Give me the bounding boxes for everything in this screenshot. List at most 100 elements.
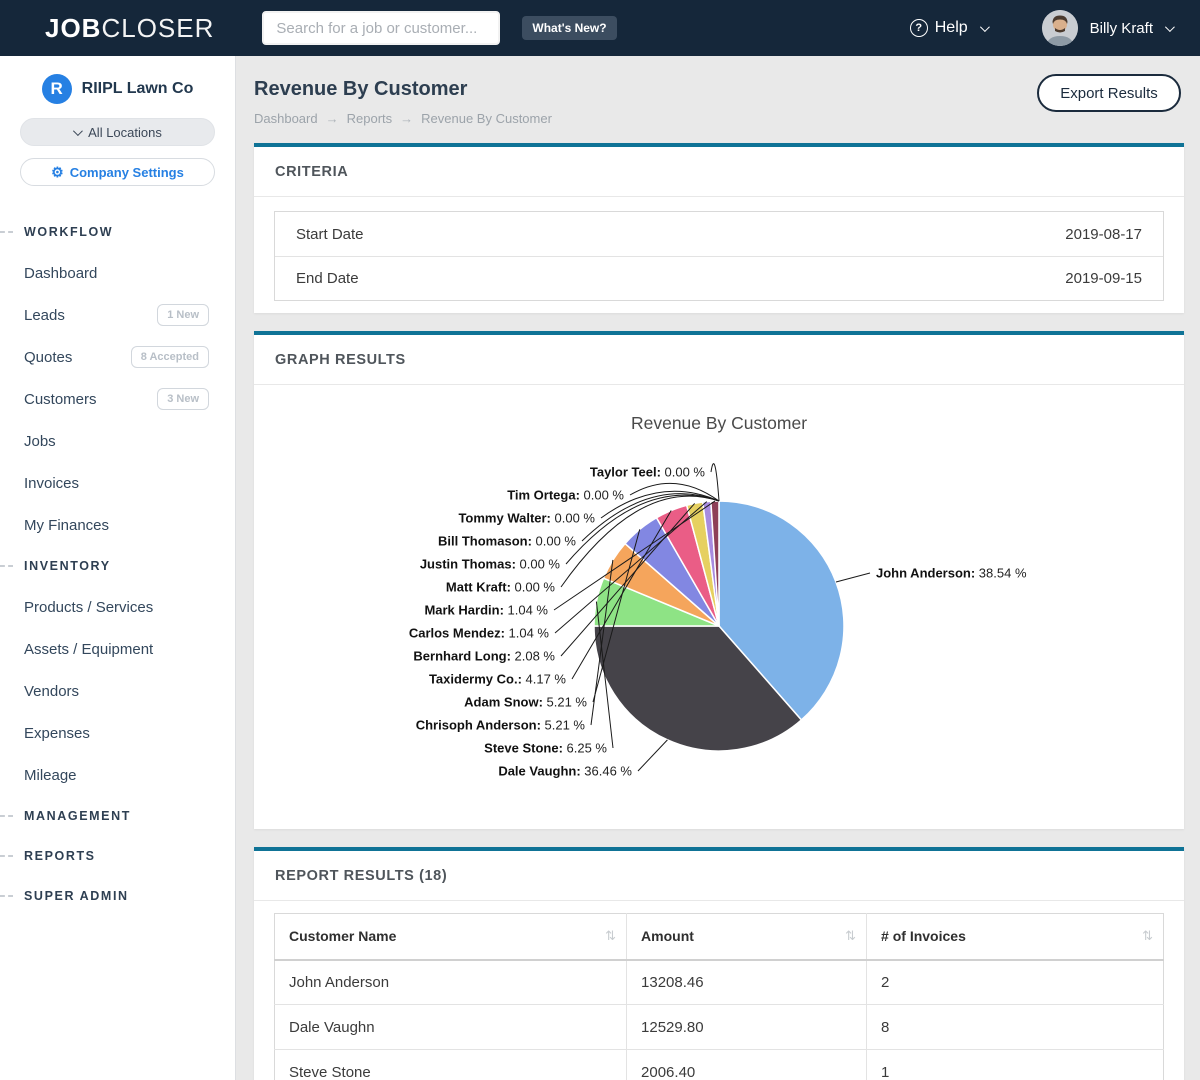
table-cell: 13208.46 bbox=[627, 960, 867, 1005]
pie-label-john-anderson: John Anderson: 38.54 % bbox=[876, 566, 1027, 581]
criteria-panel: CRITERIA Start Date2019-08-17End Date201… bbox=[254, 143, 1184, 313]
sidebar-item-jobs[interactable]: Jobs bbox=[0, 420, 235, 462]
dash-icon bbox=[0, 231, 13, 233]
sidebar-item-label: Leads bbox=[24, 307, 65, 324]
pie-label-justin-thomas: Justin Thomas: 0.00 % bbox=[420, 557, 560, 572]
sort-icon[interactable]: ⇅ bbox=[605, 928, 616, 944]
pie-label-matt-kraft: Matt Kraft: 0.00 % bbox=[446, 580, 555, 595]
sidebar-section-reports[interactable]: REPORTS bbox=[0, 836, 235, 876]
export-results-button[interactable]: Export Results bbox=[1037, 74, 1181, 112]
report-column-amount[interactable]: Amount ⇅ bbox=[627, 914, 867, 960]
sort-icon[interactable]: ⇅ bbox=[1142, 928, 1153, 944]
sidebar-item-invoices[interactable]: Invoices bbox=[0, 462, 235, 504]
pie-label-name: Taylor Teel: bbox=[590, 465, 661, 480]
pie-label-taylor-teel: Taylor Teel: 0.00 % bbox=[590, 465, 705, 480]
report-table-header-row: Customer Name ⇅ Amount ⇅ # of Invoices ⇅ bbox=[275, 914, 1164, 960]
leader-line bbox=[630, 483, 719, 501]
company-settings-label: Company Settings bbox=[70, 165, 184, 180]
sidebar-item-quotes[interactable]: Quotes8 Accepted bbox=[0, 336, 235, 378]
criteria-table: Start Date 2019-08-17 End Date2019-09-15 bbox=[274, 211, 1164, 301]
sidebar-section-label: INVENTORY bbox=[24, 559, 111, 573]
avatar-image bbox=[1042, 10, 1078, 46]
criteria-row-end-date: End Date2019-09-15 bbox=[275, 256, 1163, 300]
pie-label-name: Steve Stone: bbox=[484, 741, 563, 756]
table-row[interactable]: John Anderson13208.462 bbox=[275, 960, 1164, 1005]
sort-icon[interactable]: ⇅ bbox=[845, 928, 856, 944]
table-row[interactable]: Steve Stone2006.401 bbox=[275, 1050, 1164, 1080]
breadcrumb-arrow-icon: → bbox=[400, 111, 413, 126]
pie-label-name: Tommy Walter: bbox=[458, 511, 550, 526]
company-row: R RIIPL Lawn Co bbox=[0, 74, 235, 104]
sidebar-section-management[interactable]: MANAGEMENT bbox=[0, 796, 235, 836]
report-column-label: Customer Name bbox=[289, 928, 396, 944]
sidebar-item-assets-equipment[interactable]: Assets / Equipment bbox=[0, 628, 235, 670]
graph-panel-header: GRAPH RESULTS bbox=[254, 335, 1184, 385]
pie-label-adam-snow: Adam Snow: 5.21 % bbox=[464, 695, 587, 710]
pie-label-name: Carlos Mendez: bbox=[409, 626, 505, 641]
breadcrumb-item-revenue-by-customer[interactable]: Revenue By Customer bbox=[421, 111, 552, 126]
pie-label-carlos-mendez: Carlos Mendez: 1.04 % bbox=[409, 626, 549, 641]
logo-light-part: CLOSER bbox=[101, 13, 214, 43]
pie-label-name: John Anderson: bbox=[876, 566, 975, 581]
criteria-body: Start Date 2019-08-17 End Date2019-09-15 bbox=[254, 197, 1184, 315]
sidebar-section-super-admin[interactable]: SUPER ADMIN bbox=[0, 876, 235, 916]
chevron-down-icon bbox=[73, 126, 83, 136]
leader-line bbox=[711, 464, 719, 501]
sidebar-section-workflow[interactable]: WORKFLOW bbox=[0, 212, 235, 252]
sidebar-item-label: My Finances bbox=[24, 517, 109, 534]
breadcrumb: Dashboard → Reports → Revenue By Customer bbox=[254, 111, 1183, 126]
sidebar-badge: 3 New bbox=[157, 388, 209, 410]
report-column-label: # of Invoices bbox=[881, 928, 966, 944]
sidebar-item-label: Mileage bbox=[24, 767, 77, 784]
help-menu[interactable]: ? Help bbox=[910, 19, 987, 37]
sidebar-item-dashboard[interactable]: Dashboard bbox=[0, 252, 235, 294]
breadcrumb-arrow-icon: → bbox=[326, 111, 339, 126]
criteria-value[interactable]: 2019-08-17 bbox=[1065, 226, 1142, 243]
navbar-right: ? Help Billy Kraft bbox=[910, 10, 1172, 46]
pie-label-bill-thomason: Bill Thomason: 0.00 % bbox=[438, 534, 576, 549]
breadcrumb-item-reports[interactable]: Reports bbox=[347, 111, 393, 126]
pie-label-tommy-walter: Tommy Walter: 0.00 % bbox=[458, 511, 595, 526]
table-cell: 2006.40 bbox=[627, 1050, 867, 1080]
sidebar-item-my-finances[interactable]: My Finances bbox=[0, 504, 235, 546]
sidebar-section-inventory[interactable]: INVENTORY bbox=[0, 546, 235, 586]
sidebar-item-label: Invoices bbox=[24, 475, 79, 492]
report-column-of-invoices[interactable]: # of Invoices ⇅ bbox=[867, 914, 1164, 960]
criteria-value[interactable]: 2019-09-15 bbox=[1065, 270, 1142, 287]
global-search-input[interactable] bbox=[262, 11, 500, 45]
user-avatar[interactable] bbox=[1042, 10, 1078, 46]
sidebar-item-expenses[interactable]: Expenses bbox=[0, 712, 235, 754]
sidebar-item-products-services[interactable]: Products / Services bbox=[0, 586, 235, 628]
top-navbar: JOBCLOSER What's New? ? Help Billy Kraft bbox=[0, 0, 1200, 56]
table-cell: Steve Stone bbox=[275, 1050, 627, 1080]
sidebar-item-mileage[interactable]: Mileage bbox=[0, 754, 235, 796]
chevron-down-icon[interactable] bbox=[1165, 22, 1175, 32]
leader-line bbox=[836, 573, 870, 582]
user-name[interactable]: Billy Kraft bbox=[1090, 20, 1153, 37]
graph-results-panel: GRAPH RESULTS Revenue By Customer Taylor… bbox=[254, 331, 1184, 829]
company-name: RIIPL Lawn Co bbox=[82, 80, 194, 98]
company-settings-button[interactable]: ⚙ Company Settings bbox=[20, 158, 215, 186]
sidebar-item-customers[interactable]: Customers3 New bbox=[0, 378, 235, 420]
pie-label-name: Adam Snow: bbox=[464, 695, 543, 710]
pie-label-name: Tim Ortega: bbox=[507, 488, 580, 503]
dash-icon bbox=[0, 855, 13, 857]
criteria-label: Start Date bbox=[296, 226, 364, 243]
all-locations-dropdown[interactable]: All Locations bbox=[20, 118, 215, 146]
report-column-customer-name[interactable]: Customer Name ⇅ bbox=[275, 914, 627, 960]
pie-label-name: Dale Vaughn: bbox=[498, 764, 580, 779]
gear-icon: ⚙ bbox=[51, 164, 64, 181]
app-logo[interactable]: JOBCLOSER bbox=[45, 13, 214, 44]
table-row[interactable]: Dale Vaughn12529.808 bbox=[275, 1005, 1164, 1050]
pie-label-mark-hardin: Mark Hardin: 1.04 % bbox=[424, 603, 548, 618]
sidebar-item-leads[interactable]: Leads1 New bbox=[0, 294, 235, 336]
table-cell: 2 bbox=[867, 960, 1164, 1005]
report-column-label: Amount bbox=[641, 928, 694, 944]
report-body: Customer Name ⇅ Amount ⇅ # of Invoices ⇅ John… bbox=[254, 901, 1184, 1080]
breadcrumb-item-dashboard[interactable]: Dashboard bbox=[254, 111, 318, 126]
sidebar-section-label: WORKFLOW bbox=[24, 225, 113, 239]
sidebar-item-vendors[interactable]: Vendors bbox=[0, 670, 235, 712]
logo-bold-part: JOB bbox=[45, 13, 101, 43]
pie-label-name: Mark Hardin: bbox=[424, 603, 503, 618]
whats-new-button[interactable]: What's New? bbox=[522, 16, 616, 40]
